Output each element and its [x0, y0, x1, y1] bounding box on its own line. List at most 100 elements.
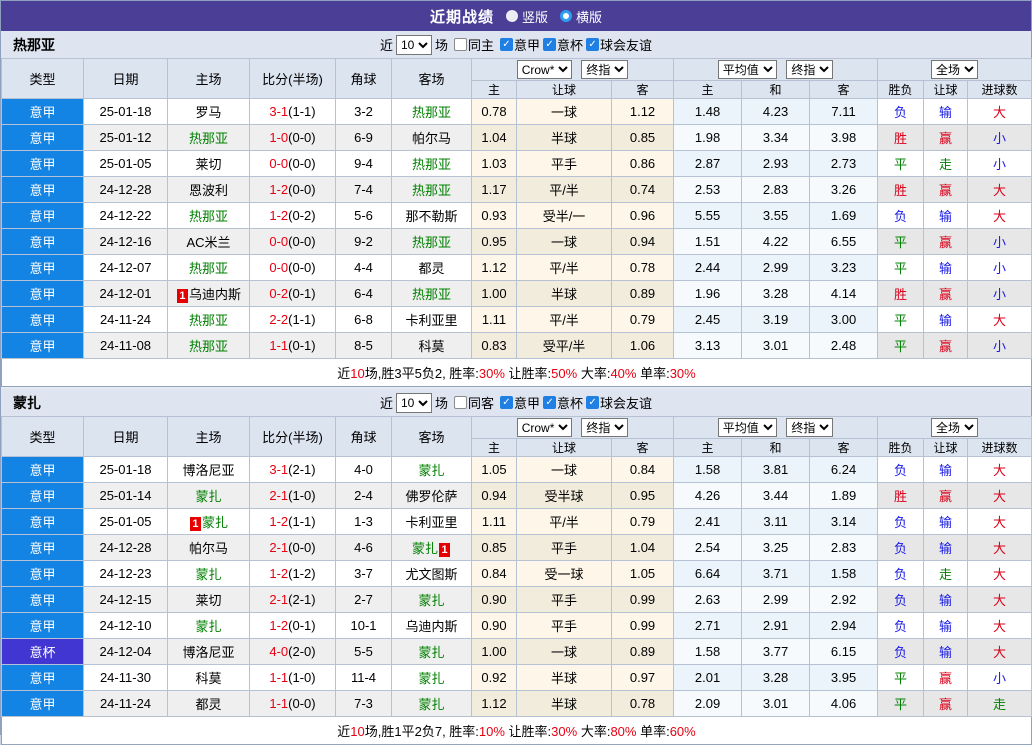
- league-filter-checkbox[interactable]: 球会友谊: [586, 35, 652, 54]
- same-side-checkbox[interactable]: 同客: [453, 393, 494, 412]
- avg-home-cell: 1.96: [673, 280, 743, 307]
- team-label: 佛罗伦萨: [405, 489, 458, 504]
- crow-away-odds-cell: 0.85: [610, 124, 675, 151]
- league-filter-label: 意杯: [557, 396, 584, 412]
- odds-source-select[interactable]: Crow*: [516, 60, 572, 79]
- home-team-cell: 热那亚: [167, 202, 250, 229]
- date-cell: 24-12-28: [83, 176, 168, 203]
- crow-away-odds-cell: 0.74: [610, 176, 675, 203]
- team-name: 蒙扎: [13, 394, 41, 411]
- avg-draw-cell: 3.34: [741, 124, 811, 151]
- result-goals-cell: 大: [967, 586, 1032, 613]
- result-winloss-cell: 负: [877, 534, 925, 561]
- result-goals-cell: 大: [967, 176, 1032, 203]
- average-odds-group: 平均值 终指: [673, 416, 879, 439]
- checkbox-icon: [543, 38, 557, 52]
- full-match-select[interactable]: 全场: [931, 60, 979, 79]
- league-cell: 意甲: [1, 228, 84, 255]
- league-filter-checkbox[interactable]: 意杯: [543, 393, 583, 412]
- average-select[interactable]: 平均值: [717, 60, 777, 79]
- final-index-select[interactable]: 终指: [581, 60, 629, 79]
- sections-container: 热那亚 近 10 场 同主 意甲意杯球会友谊: [0, 31, 1032, 745]
- result-winloss-cell: 负: [877, 612, 925, 639]
- league-cell: 意甲: [1, 124, 84, 151]
- odds-source-select[interactable]: Crow*: [516, 418, 572, 437]
- full-match-group: 全场: [877, 416, 1032, 439]
- same-side-checkbox[interactable]: 同主: [453, 35, 494, 54]
- score-cell: 3-1(2-1): [249, 456, 336, 483]
- summary-segment: 40%: [610, 366, 637, 381]
- avg-draw-cell: 3.11: [741, 508, 811, 535]
- avg-away-cell: 2.92: [809, 586, 879, 613]
- handicap-cell: 一球: [516, 228, 612, 255]
- team-label: 乌迪内斯: [405, 619, 458, 634]
- result-winloss-cell: 负: [877, 98, 925, 125]
- corners-cell: 6-9: [335, 124, 392, 151]
- avg-away-cell: 3.95: [809, 664, 879, 691]
- team-label: 蒙扎: [411, 541, 438, 556]
- summary-segment: 大率:: [577, 366, 611, 381]
- away-team-cell: 热那亚: [391, 98, 472, 125]
- home-team-cell: 热那亚: [167, 332, 250, 359]
- crow-home-odds-cell: 0.90: [471, 612, 517, 639]
- avg-draw-cell: 3.28: [741, 664, 811, 691]
- team-label: 莱切: [195, 593, 222, 608]
- away-team-cell: 卡利亚里: [391, 306, 472, 333]
- layout-radio-horizontal[interactable]: 横版: [560, 7, 602, 26]
- games-label: 场: [434, 38, 448, 53]
- avg-draw-cell: 3.81: [741, 456, 811, 483]
- handicap-cell: 一球: [516, 456, 612, 483]
- match-row: 意甲 24-12-28 帕尔马 2-1(0-0) 4-6 蒙扎 1 0.85 平手…: [1, 534, 1032, 561]
- matches-table: 类型 日期 主场 比分(半场) 角球 客场 Crow* 终指 平均值 终指 全场…: [0, 416, 1032, 745]
- full-match-select[interactable]: 全场: [931, 418, 979, 437]
- col-header-date: 日期: [83, 416, 168, 457]
- league-filter-checkbox[interactable]: 意甲: [500, 35, 540, 54]
- crow-away-odds-cell: 1.05: [610, 560, 675, 587]
- corners-cell: 9-4: [335, 150, 392, 177]
- team-label: 帕尔马: [188, 541, 228, 556]
- team-label: 蒙扎: [195, 489, 222, 504]
- match-row: 意甲 24-11-08 热那亚 1-1(0-1) 8-5 科莫 0.83 受平/…: [1, 332, 1032, 359]
- average-select[interactable]: 平均值: [717, 418, 777, 437]
- handicap-cell: 受一球: [516, 560, 612, 587]
- away-team-cell: 蒙扎: [391, 638, 472, 665]
- league-filter-checkbox[interactable]: 球会友谊: [586, 393, 652, 412]
- league-filter-label: 意甲: [514, 396, 541, 412]
- league-filter-checkbox[interactable]: 意杯: [543, 35, 583, 54]
- final-index-select[interactable]: 终指: [581, 418, 629, 437]
- result-handicap-cell: 赢: [923, 690, 969, 717]
- average-odds-group: 平均值 终指: [673, 58, 879, 81]
- avg-home-cell: 2.87: [673, 150, 743, 177]
- result-goals-cell: 大: [967, 508, 1032, 535]
- league-cell: 意甲: [1, 254, 84, 281]
- away-team-cell: 尤文图斯: [391, 560, 472, 587]
- match-count-select[interactable]: 10: [395, 392, 432, 413]
- away-team-cell: 蒙扎 1: [391, 534, 472, 561]
- avg-draw-cell: 2.99: [741, 254, 811, 281]
- checkbox-icon: [586, 396, 600, 410]
- match-count-select[interactable]: 10: [395, 34, 432, 55]
- final-index-select-2[interactable]: 终指: [786, 418, 834, 437]
- sub-header-avg-home: 主: [673, 80, 743, 99]
- final-index-select-2[interactable]: 终指: [786, 60, 834, 79]
- team-label: 博洛尼亚: [182, 463, 235, 478]
- result-goals-cell: 大: [967, 98, 1032, 125]
- home-team-cell: 热那亚: [167, 124, 250, 151]
- layout-radio-vertical[interactable]: 竖版: [505, 7, 548, 26]
- team-label: 蒙扎: [418, 645, 445, 660]
- avg-away-cell: 4.14: [809, 280, 879, 307]
- home-team-cell: 1 蒙扎: [167, 508, 250, 535]
- score-cell: 1-2(1-1): [249, 508, 336, 535]
- date-cell: 24-12-16: [83, 228, 168, 255]
- summary-segment: 让胜率:: [504, 724, 552, 739]
- avg-home-cell: 2.71: [673, 612, 743, 639]
- handicap-cell: 受半/一: [516, 202, 612, 229]
- match-row: 意甲 24-11-24 热那亚 2-2(1-1) 6-8 卡利亚里 1.11 平…: [1, 306, 1032, 333]
- league-cell: 意甲: [1, 332, 84, 359]
- handicap-cell: 一球: [516, 98, 612, 125]
- league-cell: 意杯: [1, 638, 84, 665]
- league-filter-checkbox[interactable]: 意甲: [500, 393, 540, 412]
- radio-unselected-icon: [560, 10, 572, 22]
- summary-segment: 30%: [669, 366, 696, 381]
- summary-segment: 60%: [669, 724, 696, 739]
